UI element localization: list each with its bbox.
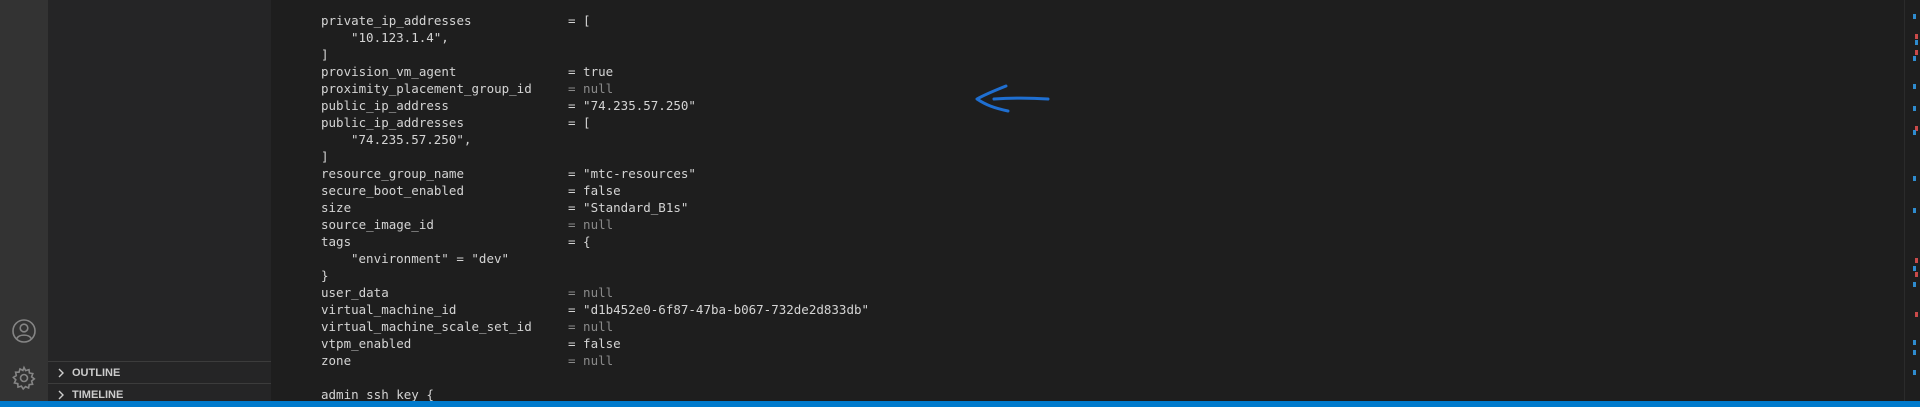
- ruler-mark: [1915, 312, 1918, 317]
- chevron-right-icon: [58, 368, 64, 377]
- code-key: virtual_machine_id: [321, 302, 457, 317]
- code-line: resource_group_name = "mtc-resources": [321, 165, 869, 182]
- ruler-mark: [1913, 14, 1916, 19]
- ruler-mark: [1913, 84, 1916, 89]
- code-line: proximity_placement_group_id = null: [321, 80, 869, 97]
- code-value: = null: [568, 285, 614, 300]
- ruler-mark: [1913, 56, 1916, 61]
- code-line: "10.123.1.4",: [321, 29, 869, 46]
- ruler-mark: [1915, 50, 1918, 55]
- code-line: }: [321, 267, 869, 284]
- ruler-mark: [1915, 40, 1918, 45]
- code-line: provision_vm_agent = true: [321, 63, 869, 80]
- code-content[interactable]: private_ip_addresses = ["10.123.1.4",] pro…: [321, 12, 869, 403]
- code-value: = "Standard_B1s": [568, 200, 689, 215]
- code-line: ]: [321, 148, 869, 165]
- arrow-left-icon: [975, 84, 1050, 113]
- ruler-mark: [1913, 176, 1916, 181]
- ruler-mark: [1915, 272, 1918, 277]
- sidebar: OUTLINE TIMELINE: [48, 0, 271, 401]
- activity-bar: [0, 0, 48, 401]
- code-value: = "74.235.57.250": [568, 98, 696, 113]
- ruler-mark: [1913, 340, 1916, 345]
- code-key: secure_boot_enabled: [321, 183, 464, 198]
- code-line: vtpm_enabled = false: [321, 335, 869, 352]
- code-line: user_data = null: [321, 284, 869, 301]
- code-nested-value: "environment" = "dev": [351, 251, 510, 266]
- code-line: zone = null: [321, 352, 869, 369]
- code-line: ]: [321, 46, 869, 63]
- chevron-right-icon: [58, 390, 64, 399]
- code-value: = [: [568, 13, 591, 28]
- code-line: secure_boot_enabled = false: [321, 182, 869, 199]
- ruler-mark: [1913, 208, 1916, 213]
- code-value: = false: [568, 183, 621, 198]
- code-line: source_image_id = null: [321, 216, 869, 233]
- code-key: resource_group_name: [321, 166, 464, 181]
- code-line: virtual_machine_id = "d1b452e0-6f87-47ba-…: [321, 301, 869, 318]
- account-icon[interactable]: [11, 318, 37, 344]
- status-bar: [0, 401, 1920, 407]
- code-nested-value: "74.235.57.250",: [351, 132, 472, 147]
- code-text: ]: [321, 149, 329, 164]
- code-key: provision_vm_agent: [321, 64, 457, 79]
- code-value: = {: [568, 234, 591, 249]
- code-key: user_data: [321, 285, 389, 300]
- code-key: proximity_placement_group_id: [321, 81, 532, 96]
- code-text: ]: [321, 47, 329, 62]
- code-key: public_ip_addresses: [321, 115, 464, 130]
- code-value: = false: [568, 336, 621, 351]
- code-line: public_ip_address = "74.235.57.250": [321, 97, 869, 114]
- code-text: }: [321, 268, 329, 283]
- code-line: private_ip_addresses = [: [321, 12, 869, 29]
- code-value: = [: [568, 115, 591, 130]
- ruler-mark: [1915, 258, 1918, 263]
- code-key: virtual_machine_scale_set_id: [321, 319, 532, 334]
- ruler-mark: [1913, 266, 1916, 271]
- code-key: private_ip_addresses: [321, 13, 472, 28]
- code-value: = null: [568, 217, 614, 232]
- code-line: virtual_machine_scale_set_id = null: [321, 318, 869, 335]
- outline-panel-header[interactable]: OUTLINE: [48, 361, 271, 383]
- ruler-mark: [1913, 282, 1916, 287]
- code-key: public_ip_address: [321, 98, 449, 113]
- code-nested-value: "10.123.1.4",: [351, 30, 449, 45]
- code-value: = null: [568, 319, 614, 334]
- code-key: size: [321, 200, 352, 215]
- ruler-mark: [1913, 370, 1916, 375]
- code-line: size = "Standard_B1s": [321, 199, 869, 216]
- code-value: = null: [568, 353, 614, 368]
- code-value: = "mtc-resources": [568, 166, 696, 181]
- code-key: zone: [321, 353, 352, 368]
- ruler-mark: [1915, 34, 1918, 39]
- code-line: "74.235.57.250",: [321, 131, 869, 148]
- gear-icon[interactable]: [11, 365, 37, 391]
- code-line: "environment" = "dev": [321, 250, 869, 267]
- editor[interactable]: private_ip_addresses = ["10.123.1.4",] pro…: [271, 0, 1904, 403]
- code-value: = true: [568, 64, 614, 79]
- code-key: tags: [321, 234, 352, 249]
- ruler-mark: [1913, 106, 1916, 111]
- timeline-label: TIMELINE: [72, 388, 124, 401]
- code-line: tags = {: [321, 233, 869, 250]
- code-value: = "d1b452e0-6f87-47ba-b067-732de2d833db": [568, 302, 870, 317]
- ruler-mark: [1913, 350, 1916, 355]
- code-key: vtpm_enabled: [321, 336, 412, 351]
- code-value: = null: [568, 81, 614, 96]
- code-line: public_ip_addresses = [: [321, 114, 869, 131]
- overview-ruler[interactable]: [1904, 0, 1920, 401]
- outline-label: OUTLINE: [72, 366, 121, 379]
- code-key: source_image_id: [321, 217, 434, 232]
- ruler-mark: [1913, 130, 1916, 135]
